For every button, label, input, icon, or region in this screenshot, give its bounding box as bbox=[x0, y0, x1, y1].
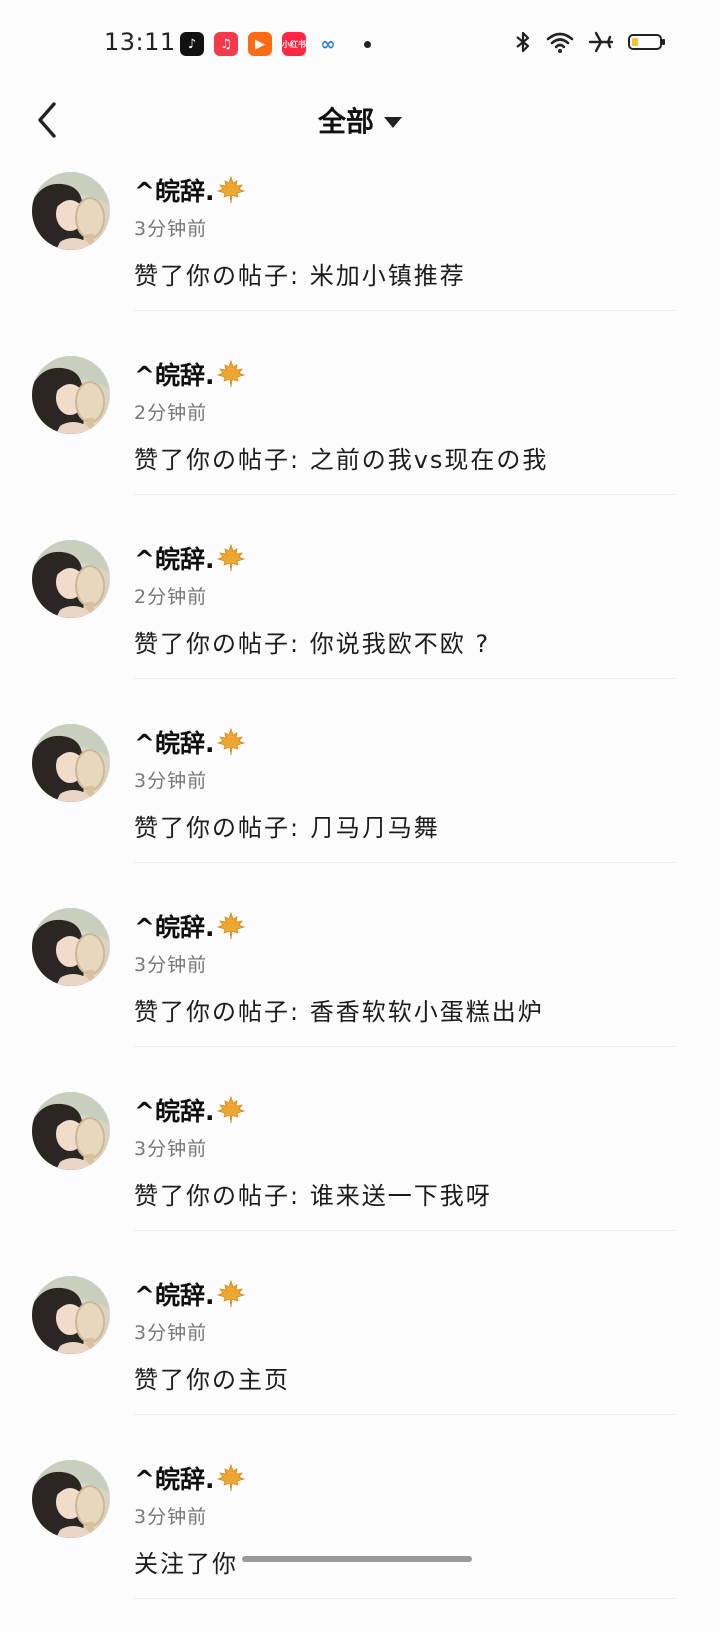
avatar-image bbox=[32, 724, 110, 802]
notification-time: 3分钟前 bbox=[134, 770, 208, 792]
notification-time: 2分钟前 bbox=[134, 402, 208, 424]
avatar[interactable] bbox=[32, 724, 110, 802]
user-name-row: ^皖辞. bbox=[134, 172, 246, 208]
avatar-image bbox=[32, 540, 110, 618]
user-name-row: ^皖辞. bbox=[134, 1460, 246, 1496]
maple-leaf-icon bbox=[217, 727, 246, 756]
home-indicator[interactable] bbox=[242, 1556, 472, 1562]
notification-item[interactable]: ^皖辞. 3分钟前 赞了你の帖子: ⺆马⺆马舞 bbox=[0, 712, 720, 896]
notification-message[interactable]: 赞了你の主页 bbox=[134, 1360, 290, 1395]
system-icons bbox=[514, 30, 665, 54]
tiktok-icon: ♪ bbox=[180, 32, 204, 56]
airplane-mode-icon bbox=[588, 31, 614, 53]
avatar[interactable] bbox=[32, 356, 110, 434]
maple-leaf-icon bbox=[217, 175, 246, 204]
top-bar: 全部 bbox=[0, 90, 720, 150]
caret-down-icon bbox=[384, 116, 402, 128]
maple-leaf-icon bbox=[217, 1279, 246, 1308]
divider bbox=[134, 494, 676, 495]
bluetooth-icon bbox=[516, 31, 530, 53]
user-name-row: ^皖辞. bbox=[134, 724, 246, 760]
user-name[interactable]: ^皖辞. bbox=[134, 1460, 214, 1496]
notification-message[interactable]: 赞了你の帖子: 你说我欧不欧 ? bbox=[134, 624, 490, 659]
user-name[interactable]: ^皖辞. bbox=[134, 540, 214, 576]
divider bbox=[134, 1598, 676, 1599]
notification-list: ^皖辞. 3分钟前 赞了你の帖子: 米加小镇推荐 ^皖辞. 2分钟前 赞了你の帖… bbox=[0, 160, 720, 1632]
user-name[interactable]: ^皖辞. bbox=[134, 724, 214, 760]
notification-time: 3分钟前 bbox=[134, 1322, 208, 1344]
notification-message[interactable]: 赞了你の帖子: 米加小镇推荐 bbox=[134, 256, 466, 291]
avatar[interactable] bbox=[32, 540, 110, 618]
notification-item[interactable]: ^皖辞. 3分钟前 赞了你の主页 bbox=[0, 1264, 720, 1448]
wifi-icon bbox=[546, 32, 574, 53]
avatar[interactable] bbox=[32, 1276, 110, 1354]
avatar-image bbox=[32, 172, 110, 250]
user-name[interactable]: ^皖辞. bbox=[134, 356, 214, 392]
user-name[interactable]: ^皖辞. bbox=[134, 172, 214, 208]
notification-item[interactable]: ^皖辞. 3分钟前 赞了你の帖子: 谁来送一下我呀 bbox=[0, 1080, 720, 1264]
avatar-image bbox=[32, 1092, 110, 1170]
avatar-image bbox=[32, 356, 110, 434]
maple-leaf-icon bbox=[217, 911, 246, 940]
status-bar: 13:11 ♪ ♫ ▶ 小红书 ∞ bbox=[0, 0, 720, 90]
maple-leaf-icon bbox=[217, 1095, 246, 1124]
notification-item[interactable]: ^皖辞. 2分钟前 赞了你の帖子: 之前の我vs现在の我 bbox=[0, 344, 720, 528]
divider bbox=[134, 310, 676, 311]
more-notifications-dot bbox=[364, 40, 371, 48]
avatar[interactable] bbox=[32, 1092, 110, 1170]
notification-message[interactable]: 赞了你の帖子: ⺆马⺆马舞 bbox=[134, 808, 440, 843]
notification-time: 3分钟前 bbox=[134, 218, 208, 240]
user-name[interactable]: ^皖辞. bbox=[134, 1276, 214, 1312]
notification-item[interactable]: ^皖辞. 2分钟前 赞了你の帖子: 你说我欧不欧 ? bbox=[0, 528, 720, 712]
user-name-row: ^皖辞. bbox=[134, 356, 246, 392]
notification-item[interactable]: ^皖辞. 3分钟前 赞了你の帖子: 米加小镇推荐 bbox=[0, 160, 720, 344]
notification-message[interactable]: 赞了你の帖子: 之前の我vs现在の我 bbox=[134, 440, 548, 475]
notification-message[interactable]: 赞了你の帖子: 香香软软小蛋糕出炉 bbox=[134, 992, 544, 1027]
music-icon: ♫ bbox=[214, 32, 238, 56]
divider bbox=[134, 862, 676, 863]
notification-time: 3分钟前 bbox=[134, 1138, 208, 1160]
avatar-image bbox=[32, 1460, 110, 1538]
user-name-row: ^皖辞. bbox=[134, 908, 246, 944]
user-name-row: ^皖辞. bbox=[134, 1276, 246, 1312]
maple-leaf-icon bbox=[217, 359, 246, 388]
status-time: 13:11 bbox=[104, 28, 176, 56]
notification-item[interactable]: ^皖辞. 3分钟前 赞了你の帖子: 香香软软小蛋糕出炉 bbox=[0, 896, 720, 1080]
battery-level bbox=[632, 38, 638, 46]
divider bbox=[134, 1230, 676, 1231]
notification-app-icons: ♪ ♫ ▶ 小红书 ∞ bbox=[180, 32, 371, 56]
battery-icon bbox=[628, 34, 665, 50]
divider bbox=[134, 1414, 676, 1415]
user-name[interactable]: ^皖辞. bbox=[134, 1092, 214, 1128]
notification-message[interactable]: 关注了你 bbox=[134, 1544, 238, 1579]
maple-leaf-icon bbox=[217, 1463, 246, 1492]
divider bbox=[134, 678, 676, 679]
page-title: 全部 bbox=[317, 105, 374, 138]
avatar-image bbox=[32, 908, 110, 986]
filter-dropdown[interactable]: 全部 bbox=[0, 100, 720, 140]
user-name-row: ^皖辞. bbox=[134, 540, 246, 576]
notification-item[interactable]: ^皖辞. 3分钟前 关注了你 bbox=[0, 1448, 720, 1632]
notification-time: 3分钟前 bbox=[134, 954, 208, 976]
notification-time: 3分钟前 bbox=[134, 1506, 208, 1528]
maple-leaf-icon bbox=[217, 543, 246, 572]
divider bbox=[134, 1046, 676, 1047]
notification-time: 2分钟前 bbox=[134, 586, 208, 608]
xiaohongshu-icon: 小红书 bbox=[282, 32, 306, 56]
avatar-image bbox=[32, 1276, 110, 1354]
avatar[interactable] bbox=[32, 908, 110, 986]
cloud-icon: ∞ bbox=[320, 33, 336, 55]
kuaishou-icon: ▶ bbox=[248, 32, 272, 56]
avatar[interactable] bbox=[32, 172, 110, 250]
notification-message[interactable]: 赞了你の帖子: 谁来送一下我呀 bbox=[134, 1176, 492, 1211]
avatar[interactable] bbox=[32, 1460, 110, 1538]
user-name-row: ^皖辞. bbox=[134, 1092, 246, 1128]
user-name[interactable]: ^皖辞. bbox=[134, 908, 214, 944]
